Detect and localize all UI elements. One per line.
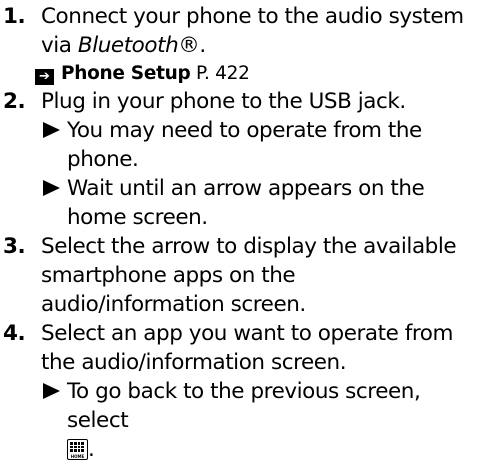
step-number: 2.: [3, 89, 26, 114]
step-number: 1.: [3, 4, 26, 29]
sub-step: You may need to operate from the phone.: [41, 116, 477, 174]
sub-step-text: To go back to the previous screen, selec…: [67, 379, 421, 433]
triangle-bullet-icon: [43, 180, 60, 196]
reference-page: P. 422: [190, 63, 250, 84]
triangle-bullet-icon: [43, 122, 60, 138]
registered-mark: ®: [178, 33, 200, 58]
bluetooth-term: Bluetooth: [77, 33, 179, 58]
step-number: 3.: [3, 234, 26, 259]
home-grid-icon: [70, 442, 84, 452]
sub-step-text: Wait until an arrow appears on the home …: [67, 176, 425, 230]
step-4: 4. Select an app you want to operate fro…: [3, 319, 477, 464]
sub-step: Wait until an arrow appears on the home …: [41, 174, 477, 232]
step-text: Select the arrow to display the availabl…: [41, 234, 457, 317]
sub-step: To go back to the previous screen, selec…: [41, 377, 477, 464]
instruction-list: 1. Connect your phone to the audio syste…: [3, 2, 477, 464]
cross-reference-link[interactable]: ➔ Phone Setup P. 422: [3, 60, 477, 87]
step-3: 3. Select the arrow to display the avail…: [3, 232, 477, 319]
step-2: 2. Plug in your phone to the USB jack. Y…: [3, 87, 477, 232]
home-label: HOME: [70, 454, 85, 459]
step-text: Select an app you want to operate from t…: [41, 321, 453, 375]
step-1: 1. Connect your phone to the audio syste…: [3, 4, 464, 58]
reference-arrow-icon: ➔: [35, 69, 54, 85]
step-number: 4.: [3, 321, 26, 346]
reference-title: Phone Setup: [61, 63, 191, 84]
triangle-bullet-icon: [43, 383, 60, 399]
step-text: Plug in your phone to the USB jack.: [41, 89, 406, 114]
sub-step-text: You may need to operate from the phone.: [67, 118, 422, 172]
home-button-icon[interactable]: HOME: [67, 439, 88, 460]
